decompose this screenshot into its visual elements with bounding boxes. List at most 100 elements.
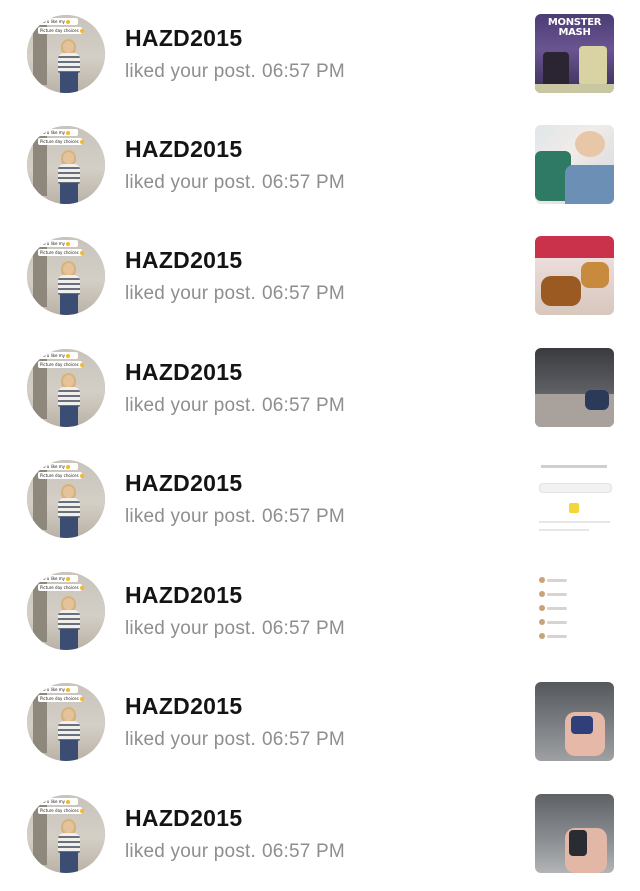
action-text: liked your post. [125,283,256,304]
post-thumbnail[interactable] [535,459,614,538]
thumbnail-figure [547,621,567,624]
timestamp: 06:57 PM [262,729,345,750]
post-thumbnail[interactable] [535,682,614,761]
action-text: liked your post. [125,729,256,750]
avatar-door [33,359,47,419]
thumbnail-figure [539,591,545,597]
notification-text: liked your post. 06:57 PM [125,172,345,194]
thumbnail-title: MONSTER MASH [547,17,602,38]
emoji-icon [79,140,84,144]
notification-row[interactable]: Do u like my Picture day choices HAZD201… [0,334,640,445]
avatar-body [58,610,80,630]
avatar-head [63,709,74,721]
emoji-icon [79,363,84,367]
action-text: liked your post. [125,618,256,639]
avatar-body [58,498,80,518]
action-text: liked your post. [125,841,256,862]
avatar-head [63,486,74,498]
avatar-door [33,805,47,865]
thumbnail-figure [575,131,605,157]
post-thumbnail[interactable] [535,348,614,427]
user-avatar[interactable]: Do u like my Picture day choices [27,572,105,650]
username[interactable]: HAZD2015 [125,247,242,274]
username[interactable]: HAZD2015 [125,805,242,832]
thumbnail-figure [569,830,587,856]
notification-text: liked your post. 06:57 PM [125,618,345,640]
post-thumbnail[interactable] [535,794,614,873]
avatar-caption-1: Do u like my [38,798,78,805]
emoji-icon [79,697,84,701]
thumbnail-figure [539,529,589,531]
timestamp: 06:57 PM [262,61,345,82]
notification-row[interactable]: Do u like my Picture day choices HAZD201… [0,111,640,222]
username[interactable]: HAZD2015 [125,359,242,386]
avatar-body [58,164,80,184]
notification-row[interactable]: Do u like my Picture day choices HAZD201… [0,780,640,891]
timestamp: 06:57 PM [262,395,345,416]
notification-row[interactable]: Do u like my Picture day choices HAZD201… [0,557,640,668]
avatar-legs [60,294,78,315]
avatar-caption-2: Picture day choices [38,472,84,479]
avatar-head [63,375,74,387]
username[interactable]: HAZD2015 [125,470,242,497]
thumbnail-figure [565,165,614,204]
emoji-icon [79,809,84,813]
thumbnail-figure [547,579,567,582]
avatar-head [63,598,74,610]
avatar-legs [60,852,78,873]
username[interactable]: HAZD2015 [125,25,242,52]
action-text: liked your post. [125,172,256,193]
timestamp: 06:57 PM [262,618,345,639]
notification-text: liked your post. 06:57 PM [125,61,345,83]
user-avatar[interactable]: Do u like my Picture day choices [27,237,105,315]
user-avatar[interactable]: Do u like my Picture day choices [27,15,105,93]
avatar-legs [60,183,78,204]
notification-row[interactable]: Do u like my Picture day choices HAZD201… [0,445,640,556]
notification-row[interactable]: Do u like my Picture day choices HAZD201… [0,0,640,111]
user-avatar[interactable]: Do u like my Picture day choices [27,795,105,873]
post-thumbnail[interactable]: MONSTER MASH [535,14,614,93]
thumbnail-ground [535,84,614,93]
thumbnail-figure [541,465,607,468]
user-avatar[interactable]: Do u like my Picture day choices [27,683,105,761]
thumbnail-figure [539,483,612,493]
timestamp: 06:57 PM [262,283,345,304]
avatar-head [63,152,74,164]
avatar-legs [60,517,78,538]
username[interactable]: HAZD2015 [125,136,242,163]
post-thumbnail[interactable] [535,236,614,315]
thumbnail-figure [539,633,545,639]
user-avatar[interactable]: Do u like my Picture day choices [27,349,105,427]
thumbnail-figure [547,607,567,610]
post-thumbnail[interactable] [535,125,614,204]
user-avatar[interactable]: Do u like my Picture day choices [27,126,105,204]
thumbnail-figure [547,635,567,638]
emoji-icon [66,465,70,469]
notification-text: liked your post. 06:57 PM [125,506,345,528]
notification-row[interactable]: Do u like my Picture day choices HAZD201… [0,668,640,779]
avatar-caption-2: Picture day choices [38,361,84,368]
username[interactable]: HAZD2015 [125,693,242,720]
timestamp: 06:57 PM [262,172,345,193]
action-text: liked your post. [125,506,256,527]
emoji-icon [66,131,70,135]
avatar-caption-2: Picture day choices [38,138,84,145]
timestamp: 06:57 PM [262,841,345,862]
notification-text: liked your post. 06:57 PM [125,841,345,863]
avatar-door [33,25,47,85]
post-thumbnail[interactable] [535,571,614,650]
avatar-caption-2: Picture day choices [38,695,84,702]
username[interactable]: HAZD2015 [125,582,242,609]
avatar-head [63,41,74,53]
avatar-body [58,53,80,73]
notification-text: liked your post. 06:57 PM [125,729,345,751]
action-text: liked your post. [125,61,256,82]
notification-text: liked your post. 06:57 PM [125,283,345,305]
notification-row[interactable]: Do u like my Picture day choices HAZD201… [0,222,640,333]
avatar-body [58,387,80,407]
avatar-door [33,247,47,307]
avatar-legs [60,629,78,650]
user-avatar[interactable]: Do u like my Picture day choices [27,460,105,538]
timestamp: 06:57 PM [262,506,345,527]
emoji-icon [66,20,70,24]
